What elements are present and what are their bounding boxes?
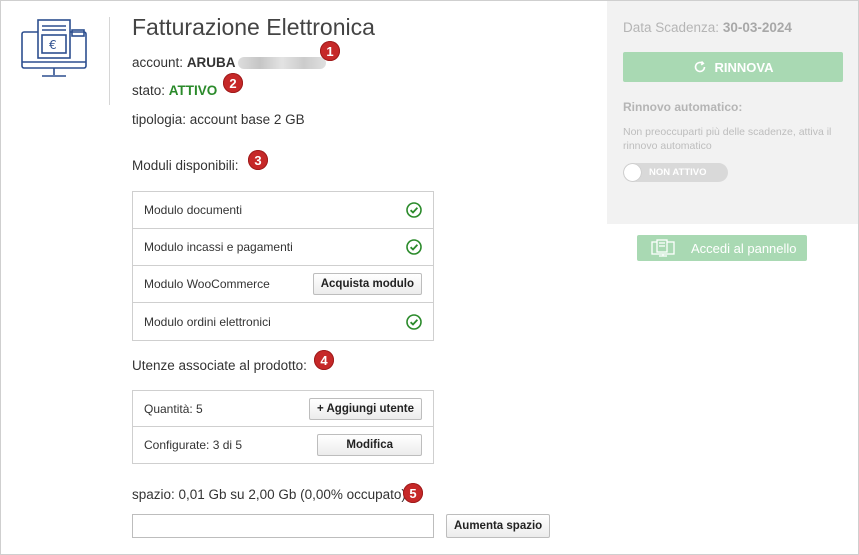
modules-list: Modulo documenti Modulo incassi e pagame… (132, 191, 434, 341)
account-value: ARUBA (186, 55, 236, 70)
page-title: Fatturazione Elettronica (132, 14, 375, 40)
header-divider (109, 17, 110, 105)
users-configured-row: Configurate: 3 di 5 Modifica (133, 427, 433, 463)
callout-badge-5: 5 (403, 483, 423, 503)
add-user-button[interactable]: + Aggiungi utente (309, 397, 422, 420)
auto-renew-label: Rinnovo automatico: (623, 100, 743, 114)
toggle-knob (624, 164, 641, 181)
redacted-account-id (237, 57, 326, 70)
renew-label: RINNOVA (714, 59, 774, 75)
status-line: stato: ATTIVO (132, 83, 217, 98)
callout-badge-1: 1 (320, 41, 340, 61)
module-row-incassi: Modulo incassi e pagamenti (133, 229, 433, 266)
check-circle-icon (406, 239, 422, 255)
expiry-line: Data Scadenza: 30-03-2024 (623, 20, 792, 35)
module-label: Modulo WooCommerce (144, 277, 270, 291)
renew-button[interactable]: RINNOVA (623, 52, 843, 82)
svg-text:€: € (49, 38, 57, 52)
modules-heading: Moduli disponibili: (132, 158, 239, 173)
users-heading: Utenze associate al prodotto: (132, 358, 307, 373)
module-row-woocommerce: Modulo WooCommerce Acquista modulo (133, 266, 433, 303)
auto-renew-text: Non preoccuparti più delle scadenze, att… (623, 126, 832, 152)
callout-badge-4: 4 (314, 350, 334, 370)
module-label: Modulo incassi e pagamenti (144, 240, 293, 254)
expiry-date: 30-03-2024 (722, 20, 792, 35)
users-configured: Configurate: 3 di 5 (144, 438, 243, 452)
expiry-label: Data Scadenza: (623, 20, 720, 35)
renewal-panel: Data Scadenza: 30-03-2024 RINNOVA Rinnov… (607, 1, 858, 224)
access-panel-button[interactable]: Accedi al pannello (637, 235, 807, 261)
panel-icon (651, 239, 675, 257)
module-row-ordini: Modulo ordini elettronici (133, 303, 433, 340)
edit-users-button[interactable]: Modifica (317, 434, 422, 456)
check-circle-icon (406, 313, 422, 330)
users-list: Quantità: 5 + Aggiungi utente Configurat… (132, 390, 434, 464)
app-frame: € Fatturazione Elettronica account: ARUB… (0, 0, 859, 555)
module-label: Modulo ordini elettronici (144, 314, 271, 329)
buy-module-button[interactable]: Acquista modulo (312, 273, 422, 295)
module-row-documenti: Modulo documenti (133, 192, 433, 229)
callout-badge-2: 2 (223, 73, 243, 93)
access-panel-label: Accedi al pannello (691, 240, 797, 256)
status-label: stato: (132, 83, 166, 98)
toggle-label: NON ATTIVO (649, 167, 707, 178)
increase-storage-button[interactable]: Aumenta spazio (446, 514, 551, 538)
account-label: account: (132, 55, 184, 70)
callout-badge-3: 3 (248, 150, 268, 170)
check-circle-icon (406, 202, 422, 218)
storage-text: spazio: 0,01 Gb su 2,00 Gb (0,00% occupa… (132, 487, 406, 502)
account-line: account: ARUBA (132, 55, 326, 70)
auto-renew-toggle[interactable]: NON ATTIVO (623, 163, 728, 182)
refresh-icon (694, 60, 705, 73)
type-line: tipologia: account base 2 GB (132, 112, 305, 127)
users-quantity-row: Quantità: 5 + Aggiungi utente (133, 391, 433, 427)
users-quantity: Quantità: 5 (144, 401, 203, 416)
invoice-monitor-icon: € (20, 18, 90, 80)
storage-input[interactable] (132, 514, 434, 538)
module-label: Modulo documenti (144, 203, 243, 217)
status-badge: ATTIVO (168, 83, 218, 98)
